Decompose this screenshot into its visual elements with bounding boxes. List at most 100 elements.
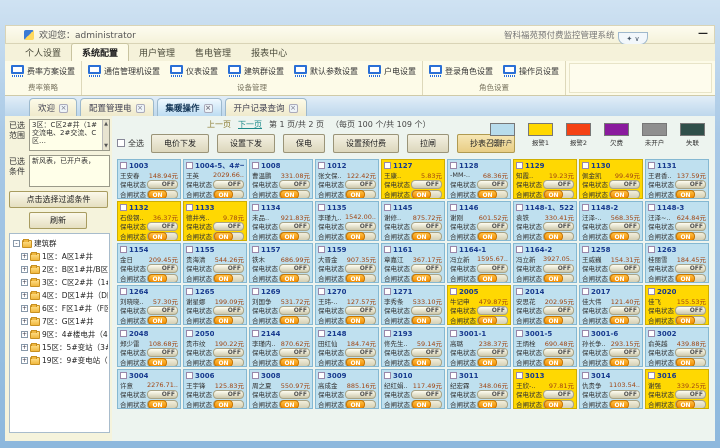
- meter-card[interactable]: 3002俞英越439.88元保电状态OFF合闸状态ON: [645, 327, 709, 367]
- card-checkbox[interactable]: [186, 162, 193, 169]
- supply-toggle-off[interactable]: OFF: [543, 264, 574, 273]
- switch-toggle-on[interactable]: ON: [477, 400, 508, 409]
- meter-card[interactable]: 2014安思花202.95元保电状态OFF合闸状态ON: [513, 285, 577, 325]
- card-checkbox[interactable]: [582, 204, 589, 211]
- switch-toggle-on[interactable]: ON: [543, 232, 574, 241]
- card-checkbox[interactable]: [120, 330, 127, 337]
- switch-toggle-on[interactable]: ON: [675, 358, 706, 367]
- close-icon[interactable]: ×: [59, 104, 68, 113]
- switch-toggle-on[interactable]: ON: [477, 190, 508, 199]
- supply-toggle-off[interactable]: OFF: [477, 264, 508, 273]
- meter-card[interactable]: 1128-MM-..68.36元保电状态OFF合闸状态ON: [447, 159, 511, 199]
- supply-toggle-off[interactable]: OFF: [213, 390, 244, 399]
- switch-toggle-on[interactable]: ON: [411, 400, 442, 409]
- supply-toggle-off[interactable]: OFF: [411, 348, 442, 357]
- switch-toggle-on[interactable]: ON: [279, 316, 310, 325]
- supply-toggle-off[interactable]: OFF: [213, 264, 244, 273]
- supply-toggle-off[interactable]: OFF: [477, 306, 508, 315]
- expand-icon[interactable]: +: [21, 318, 28, 325]
- ribbon-tab-报表中心[interactable]: 报表中心: [241, 44, 297, 61]
- expand-icon[interactable]: +: [21, 357, 28, 364]
- switch-toggle-on[interactable]: ON: [213, 400, 244, 409]
- ribbon-button[interactable]: 通信管理机设置: [88, 65, 160, 77]
- card-checkbox[interactable]: [384, 162, 391, 169]
- expand-icon[interactable]: +: [21, 305, 28, 312]
- supply-toggle-off[interactable]: OFF: [279, 222, 310, 231]
- card-checkbox[interactable]: [450, 162, 457, 169]
- supply-toggle-off[interactable]: OFF: [279, 348, 310, 357]
- supply-toggle-off[interactable]: OFF: [345, 222, 376, 231]
- card-checkbox[interactable]: [516, 162, 523, 169]
- toolbar-button-保电[interactable]: 保电: [283, 134, 325, 153]
- switch-toggle-on[interactable]: ON: [675, 232, 706, 241]
- meter-card[interactable]: 1265谢星娜199.09元保电状态OFF合闸状态ON: [183, 285, 247, 325]
- meter-card[interactable]: 1148-2汪泽-..568.35元保电状态OFF合闸状态ON: [579, 201, 643, 241]
- doc-tab-集暖操作[interactable]: 集暖操作×: [157, 98, 222, 116]
- supply-toggle-off[interactable]: OFF: [213, 306, 244, 315]
- card-checkbox[interactable]: [120, 288, 127, 295]
- supply-toggle-off[interactable]: OFF: [213, 222, 244, 231]
- card-checkbox[interactable]: [582, 246, 589, 253]
- supply-toggle-off[interactable]: OFF: [477, 348, 508, 357]
- meter-card[interactable]: 1159大晋金907.35元保电状态OFF合闸状态ON: [315, 243, 379, 283]
- meter-card[interactable]: 1012张文保..122.42元保电状态OFF合闸状态ON: [315, 159, 379, 199]
- filter-select-button[interactable]: 点击选择过滤条件: [9, 191, 108, 208]
- supply-toggle-off[interactable]: OFF: [147, 180, 178, 189]
- meter-card[interactable]: 1132石俊钢..36.37元保电状态OFF合闸状态ON: [117, 201, 181, 241]
- ribbon-tab-个人设置[interactable]: 个人设置: [15, 44, 71, 61]
- supply-toggle-off[interactable]: OFF: [609, 180, 640, 189]
- card-checkbox[interactable]: [252, 372, 259, 379]
- meter-card[interactable]: 1146谢刚601.52元保电状态OFF合闸状态ON: [447, 201, 511, 241]
- switch-toggle-on[interactable]: ON: [213, 232, 244, 241]
- supply-toggle-off[interactable]: OFF: [675, 390, 706, 399]
- switch-toggle-on[interactable]: ON: [213, 358, 244, 367]
- tree-item[interactable]: +4区：D区1#井（D区1…: [13, 289, 108, 302]
- meter-card[interactable]: 3014仇贵争1103.54..保电状态OFF合闸状态ON: [579, 369, 643, 409]
- supply-toggle-off[interactable]: OFF: [147, 348, 178, 357]
- card-checkbox[interactable]: [516, 288, 523, 295]
- collapse-icon[interactable]: -: [13, 240, 20, 247]
- supply-toggle-off[interactable]: OFF: [675, 264, 706, 273]
- card-checkbox[interactable]: [252, 246, 259, 253]
- card-checkbox[interactable]: [450, 246, 457, 253]
- supply-toggle-off[interactable]: OFF: [477, 390, 508, 399]
- tree-root[interactable]: -建筑群: [13, 237, 108, 250]
- meter-card[interactable]: 1133德井亮..9.78元保电状态OFF合闸状态ON: [183, 201, 247, 241]
- close-icon[interactable]: ×: [289, 104, 298, 113]
- meter-card[interactable]: 1145谢修..875.72元保电状态OFF合闸状态ON: [381, 201, 445, 241]
- supply-toggle-off[interactable]: OFF: [279, 390, 310, 399]
- switch-toggle-on[interactable]: ON: [147, 190, 178, 199]
- meter-card[interactable]: 3013王欣-..97.81元保电状态OFF合闸状态ON: [513, 369, 577, 409]
- close-icon[interactable]: ×: [204, 104, 213, 113]
- meter-card[interactable]: 3010纪红娟..117.49元保电状态OFF合闸状态ON: [381, 369, 445, 409]
- meter-card[interactable]: 3011纪宏霖348.06元保电状态OFF合闸状态ON: [447, 369, 511, 409]
- supply-toggle-off[interactable]: OFF: [279, 180, 310, 189]
- switch-toggle-on[interactable]: ON: [477, 316, 508, 325]
- supply-toggle-off[interactable]: OFF: [411, 306, 442, 315]
- supply-toggle-off[interactable]: OFF: [345, 180, 376, 189]
- card-checkbox[interactable]: [186, 204, 193, 211]
- switch-toggle-on[interactable]: ON: [147, 274, 178, 283]
- switch-toggle-on[interactable]: ON: [147, 358, 178, 367]
- card-checkbox[interactable]: [648, 330, 655, 337]
- switch-toggle-on[interactable]: ON: [411, 316, 442, 325]
- switch-toggle-on[interactable]: ON: [477, 358, 508, 367]
- expand-icon[interactable]: +: [21, 344, 28, 351]
- meter-card[interactable]: 1127王康..5.83元保电状态OFF合闸状态ON: [381, 159, 445, 199]
- card-checkbox[interactable]: [648, 288, 655, 295]
- switch-toggle-on[interactable]: ON: [213, 190, 244, 199]
- expand-icon[interactable]: +: [21, 266, 28, 273]
- toolbar-button-设置下发[interactable]: 设置下发: [217, 134, 275, 153]
- meter-card[interactable]: 1004-5、4#一王英2029.66..保电状态OFF合闸状态ON: [183, 159, 247, 199]
- meter-card[interactable]: 1264刘晓晓..57.30元保电状态OFF合闸状态ON: [117, 285, 181, 325]
- switch-toggle-on[interactable]: ON: [411, 274, 442, 283]
- tree-item[interactable]: +19区：9#变电站（2#…: [13, 354, 108, 367]
- meter-card[interactable]: 1161章嘉江367.17元保电状态OFF合闸状态ON: [381, 243, 445, 283]
- supply-toggle-off[interactable]: OFF: [477, 180, 508, 189]
- meter-card[interactable]: 1130佩金凯99.49元保电状态OFF合闸状态ON: [579, 159, 643, 199]
- meter-card[interactable]: 1135李瑾九..1542.00..保电状态OFF合闸状态ON: [315, 201, 379, 241]
- ribbon-button[interactable]: 建筑群设置: [228, 65, 284, 77]
- meter-card[interactable]: 3004许意2276.71..保电状态OFF合闸状态ON: [117, 369, 181, 409]
- card-checkbox[interactable]: [582, 330, 589, 337]
- supply-toggle-off[interactable]: OFF: [609, 306, 640, 315]
